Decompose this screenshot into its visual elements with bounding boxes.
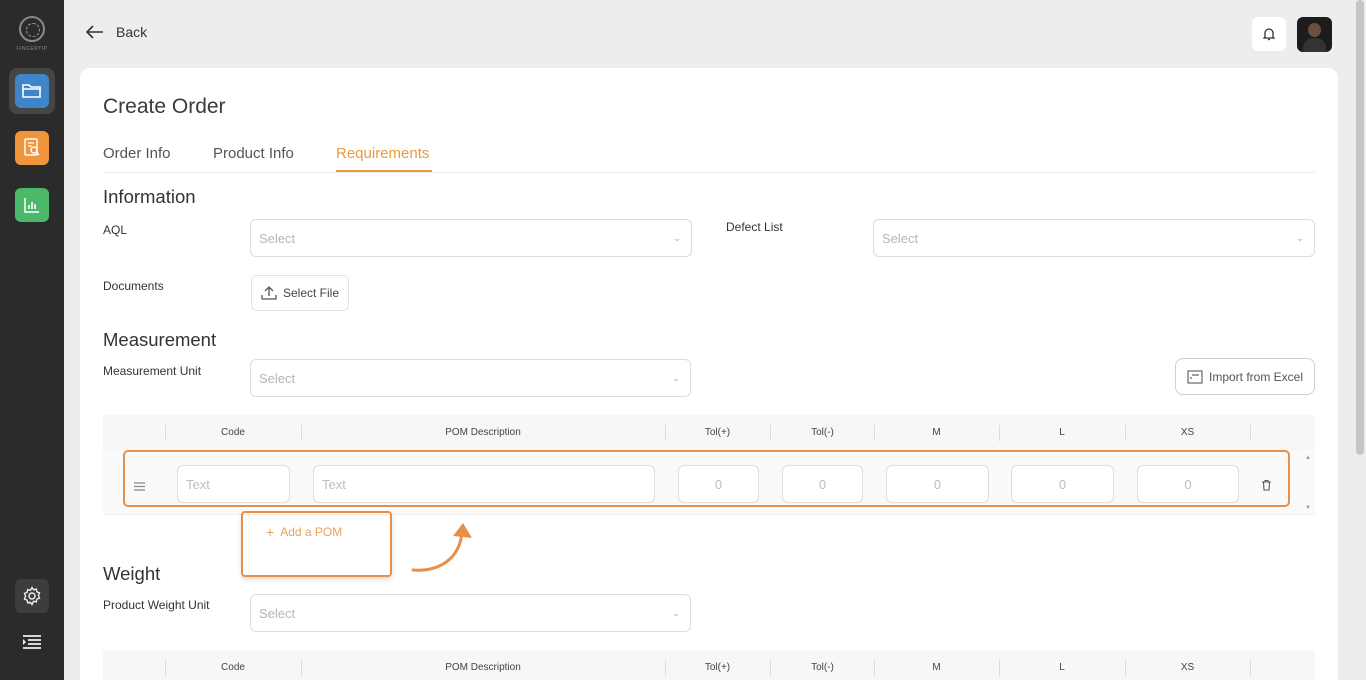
tab-bar: Order Info Product Info Requirements	[103, 143, 1315, 173]
import-from-excel-label: Import from Excel	[1208, 369, 1304, 384]
add-pom-label: Add a POM	[280, 525, 343, 539]
curved-arrow-annotation-icon	[411, 523, 472, 572]
menu-toggle-icon[interactable]	[22, 634, 42, 650]
aql-placeholder: Select	[259, 231, 296, 246]
add-pom-button[interactable]: + Add a POM	[266, 524, 342, 540]
table-scrollbar[interactable]: ▲ ▼	[1304, 455, 1314, 511]
column-header-pom-description: POM Description	[445, 662, 521, 673]
upload-icon	[261, 286, 277, 300]
column-header-tol-plus: Tol(+)	[704, 662, 731, 673]
information-heading: Information	[103, 186, 196, 207]
product-weight-unit-select[interactable]: Select ⌄	[250, 594, 691, 632]
logo-text: FINGERTIP	[16, 46, 48, 52]
column-header-tol-plus: Tol(+)	[704, 427, 731, 438]
column-header-l: L	[1059, 427, 1065, 438]
scroll-down-icon[interactable]: ▼	[1305, 505, 1311, 511]
column-header-code: Code	[221, 427, 245, 438]
tab-requirements[interactable]: Requirements	[336, 145, 429, 162]
import-icon	[1187, 369, 1203, 384]
page-title: Create Order	[103, 95, 226, 118]
page-scrollbar[interactable]	[1356, 0, 1364, 455]
chevron-down-icon: ⌄	[672, 608, 680, 618]
column-header-pom-description: POM Description	[445, 427, 521, 438]
chevron-down-icon: ⌄	[673, 233, 681, 243]
product-weight-unit-label: Product Weight Unit	[103, 598, 210, 612]
defect-list-select[interactable]: Select ⌄	[873, 219, 1315, 257]
column-divider	[1250, 425, 1251, 441]
column-divider	[1250, 660, 1251, 676]
chevron-down-icon: ⌄	[1296, 233, 1304, 243]
aql-select[interactable]: Select ⌄	[250, 219, 692, 257]
report-search-icon[interactable]	[15, 131, 49, 165]
arrow-left-icon	[86, 25, 103, 39]
sidebar: FINGERTIP	[0, 0, 64, 680]
bar-chart-icon[interactable]	[15, 188, 49, 222]
chevron-down-icon: ⌄	[672, 373, 680, 383]
product-weight-unit-placeholder: Select	[259, 606, 296, 621]
settings-gear-icon[interactable]	[15, 579, 49, 613]
back-label: Back	[116, 24, 148, 40]
documents-label: Documents	[103, 279, 164, 293]
defect-list-label: Defect List	[726, 220, 783, 234]
weight-table-header: Code POM Description Tol(+) Tol(-) M L X…	[103, 650, 1315, 680]
select-file-button[interactable]: Select File	[251, 275, 349, 311]
column-header-code: Code	[221, 662, 245, 673]
measurement-unit-placeholder: Select	[259, 371, 296, 386]
column-header-l: L	[1059, 662, 1065, 673]
row-highlight-annotation	[123, 450, 1290, 507]
measurement-table-header: Code POM Description Tol(+) Tol(-) M L X…	[103, 415, 1315, 451]
measurement-heading: Measurement	[103, 329, 217, 350]
tab-product-info[interactable]: Product Info	[213, 145, 294, 162]
aql-label: AQL	[103, 223, 128, 237]
column-header-xs: XS	[1180, 427, 1195, 438]
defect-list-placeholder: Select	[882, 231, 919, 246]
import-from-excel-button[interactable]: Import from Excel	[1175, 358, 1315, 395]
folder-icon[interactable]	[15, 74, 49, 108]
notification-bell-icon[interactable]	[1252, 17, 1286, 51]
scroll-up-icon[interactable]: ▲	[1305, 455, 1311, 461]
column-header-m: M	[932, 427, 941, 438]
measurement-unit-select[interactable]: Select ⌄	[250, 359, 691, 397]
plus-icon: +	[266, 524, 275, 540]
add-pom-highlight-annotation	[241, 511, 392, 577]
user-avatar[interactable]	[1297, 17, 1332, 52]
column-header-tol-minus: Tol(-)	[811, 427, 834, 438]
active-tab-indicator	[336, 170, 432, 172]
measurement-unit-label: Measurement Unit	[103, 364, 202, 378]
back-button[interactable]: Back	[86, 24, 147, 40]
weight-heading: Weight	[103, 563, 161, 584]
column-header-m: M	[932, 662, 941, 673]
column-header-tol-minus: Tol(-)	[811, 662, 834, 673]
logo-icon	[19, 16, 45, 42]
select-file-label: Select File	[282, 286, 340, 300]
tab-order-info[interactable]: Order Info	[103, 145, 171, 162]
column-header-xs: XS	[1180, 662, 1195, 673]
